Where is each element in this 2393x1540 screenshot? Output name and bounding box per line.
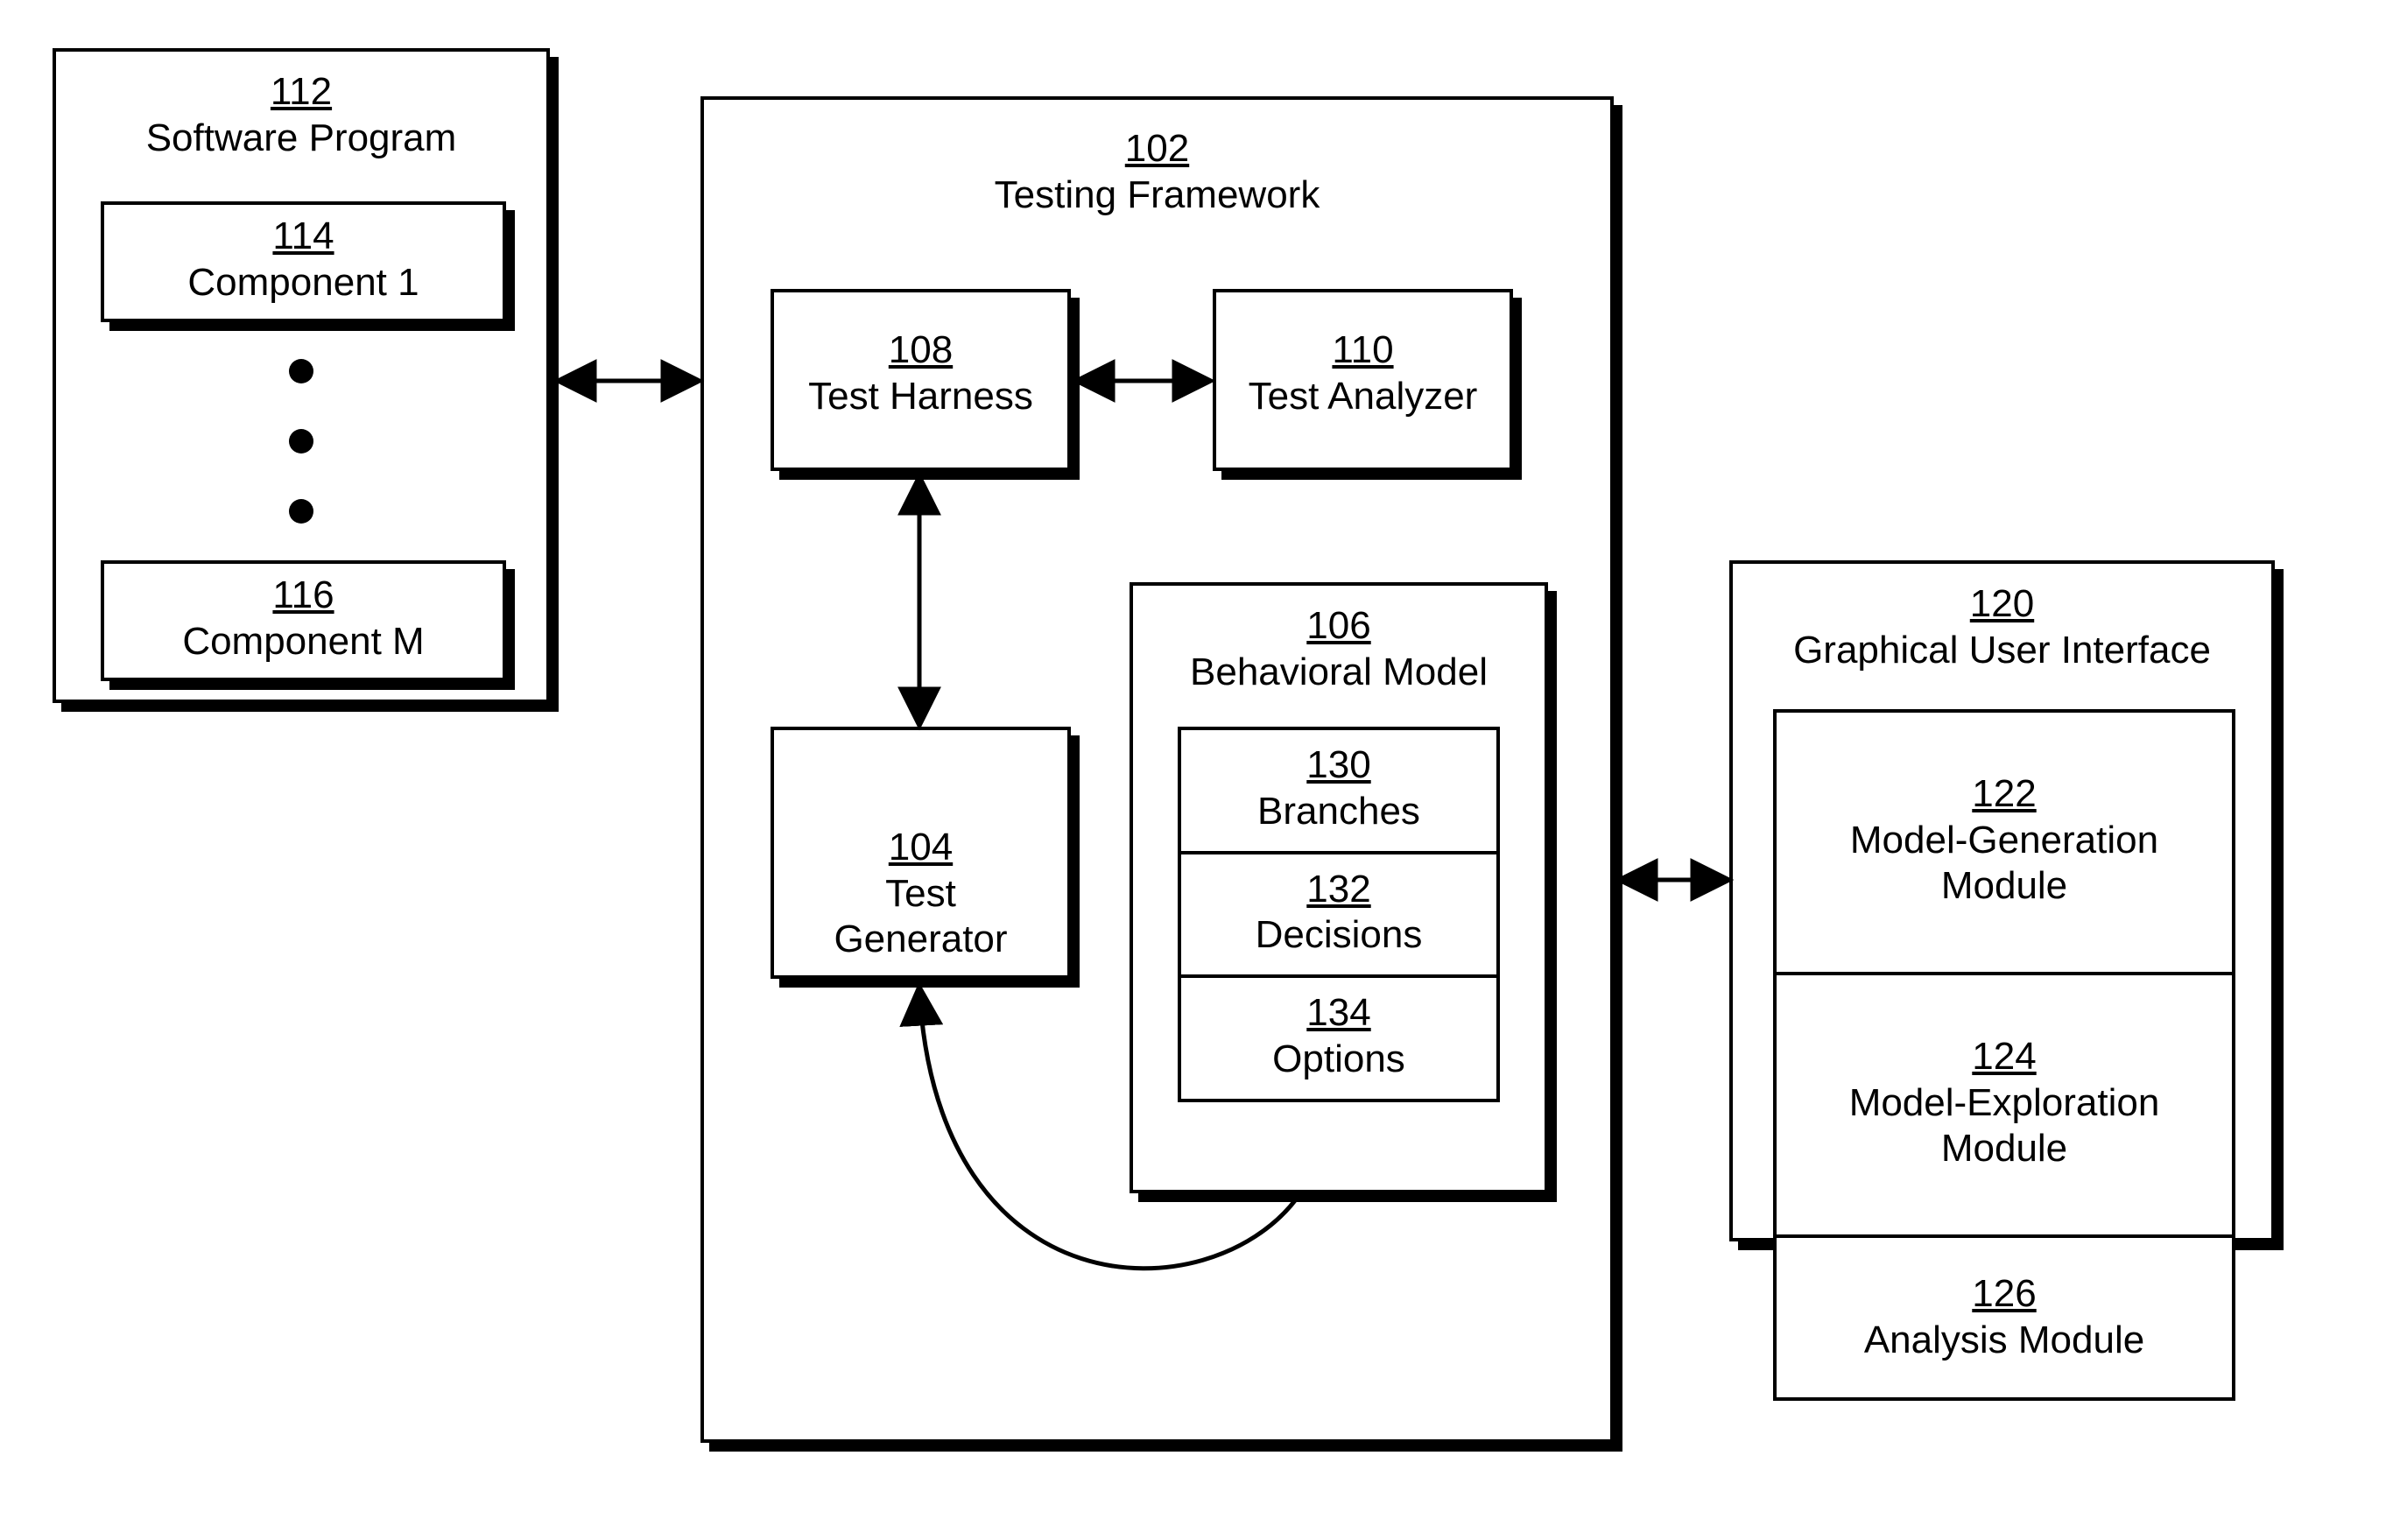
box-test-analyzer: 110 Test Analyzer xyxy=(1213,289,1513,471)
ellipsis-dot xyxy=(289,499,313,524)
ref-gui: 120 xyxy=(1970,582,2034,625)
box-test-generator: 104 Test Generator xyxy=(771,727,1071,979)
cell-analysis-module: 126 Analysis Module xyxy=(1777,1238,2232,1397)
label-decisions: Decisions xyxy=(1190,912,1488,959)
ref-model-generation: 122 xyxy=(1972,772,2036,815)
ref-test-analyzer: 110 xyxy=(1332,328,1393,371)
label-analysis-module: Analysis Module xyxy=(1785,1318,2223,1364)
label-behavioral-model: Behavioral Model xyxy=(1133,650,1545,696)
ref-analysis-module: 126 xyxy=(1972,1272,2036,1315)
stack-branches-decisions-options: 130 Branches 132 Decisions 134 Options xyxy=(1178,727,1500,1102)
cell-decisions: 132 Decisions xyxy=(1181,854,1496,979)
ref-test-harness: 108 xyxy=(889,328,953,371)
ref-test-generator: 104 xyxy=(889,826,953,868)
diagram-canvas: 112 Software Program 114 Component 1 116… xyxy=(0,0,2393,1540)
ellipsis-dot xyxy=(289,359,313,383)
label-test-analyzer: Test Analyzer xyxy=(1216,374,1510,420)
stack-gui-modules: 122 Model-Generation Module 124 Model-Ex… xyxy=(1773,709,2235,1401)
ref-branches: 130 xyxy=(1306,743,1370,786)
label-options: Options xyxy=(1190,1037,1488,1083)
box-test-harness: 108 Test Harness xyxy=(771,289,1071,471)
box-component-1: 114 Component 1 xyxy=(101,201,506,322)
ref-model-exploration: 124 xyxy=(1972,1035,2036,1078)
ref-component-1: 114 xyxy=(272,214,334,257)
ref-decisions: 132 xyxy=(1306,868,1370,911)
cell-options: 134 Options xyxy=(1181,978,1496,1099)
ellipsis-dot xyxy=(289,429,313,454)
label-software-program: Software Program xyxy=(56,116,546,162)
ref-component-m: 116 xyxy=(272,573,334,616)
cell-model-exploration: 124 Model-Exploration Module xyxy=(1777,975,2232,1238)
box-component-m: 116 Component M xyxy=(101,560,506,681)
ref-software-program: 112 xyxy=(271,70,332,113)
ref-behavioral-model: 106 xyxy=(1306,604,1370,647)
label-test-harness: Test Harness xyxy=(774,374,1067,420)
label-branches: Branches xyxy=(1190,789,1488,835)
label-test-generator: Test Generator xyxy=(774,871,1067,964)
label-component-1: Component 1 xyxy=(104,260,503,306)
label-gui: Graphical User Interface xyxy=(1733,628,2271,674)
ref-testing-framework: 102 xyxy=(1125,127,1189,170)
ref-options: 134 xyxy=(1306,991,1370,1034)
cell-model-generation: 122 Model-Generation Module xyxy=(1777,713,2232,975)
label-component-m: Component M xyxy=(104,619,503,665)
label-testing-framework: Testing Framework xyxy=(704,172,1610,219)
label-model-exploration: Model-Exploration Module xyxy=(1785,1080,2223,1173)
cell-branches: 130 Branches xyxy=(1181,730,1496,854)
label-model-generation: Model-Generation Module xyxy=(1785,818,2223,911)
